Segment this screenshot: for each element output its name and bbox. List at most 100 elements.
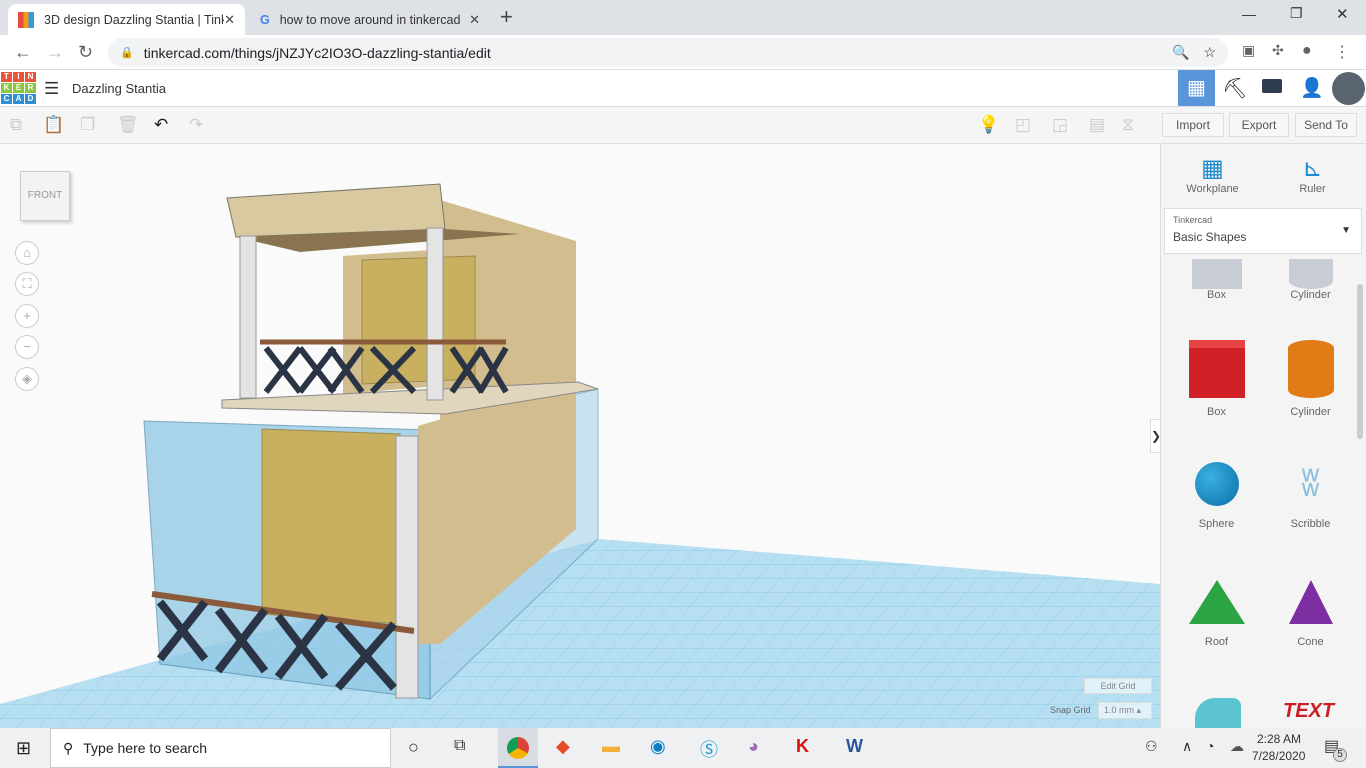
close-tab-icon[interactable]: ✕ (469, 12, 480, 28)
design-title[interactable]: Dazzling Stantia (72, 81, 166, 96)
url-text: tinkercad.com/things/jNZJYc2IO3O-dazzlin… (143, 44, 491, 61)
edge-icon[interactable]: ◉ (650, 736, 666, 757)
kaspersky-icon[interactable]: K (796, 736, 809, 757)
skype-icon[interactable]: Ⓢ (700, 736, 718, 762)
search-placeholder: Type here to search (83, 740, 208, 756)
zoom-in-icon[interactable]: + (15, 304, 39, 328)
taskbar-search-input[interactable]: ⚲ Type here to search (50, 728, 391, 768)
collapse-panel-button[interactable]: ❯ (1150, 419, 1160, 453)
ungroup-icon[interactable]: ◲ (1052, 115, 1068, 135)
wifi-icon[interactable]: ◔ (1206, 738, 1214, 754)
shape-box[interactable]: Box (1165, 340, 1268, 418)
app-icon[interactable]: ◆ (556, 736, 570, 757)
mirror-icon[interactable]: ⧖ (1122, 115, 1134, 135)
ruler-button[interactable]: ⊾ Ruler (1261, 154, 1364, 195)
cone-icon (1288, 580, 1333, 624)
delete-icon[interactable]: 🗑 (117, 115, 139, 135)
profile-icon[interactable]: ● (1302, 42, 1312, 60)
people-icon[interactable]: ⚇ (1145, 738, 1158, 755)
bookmark-star-icon[interactable]: ☆ (1203, 44, 1216, 61)
duplicate-icon[interactable]: ❐ (80, 115, 95, 135)
tab-title: 3D design Dazzling Stantia | Tinke (44, 12, 224, 27)
new-tab-button[interactable]: + (500, 4, 513, 30)
shape-cylinder-hole[interactable]: Cylinder (1259, 259, 1362, 301)
export-button[interactable]: Export (1229, 113, 1289, 137)
pickaxe-icon[interactable]: ⛏ (1222, 76, 1247, 101)
3d-design-view-button[interactable]: ▦ (1178, 70, 1215, 106)
show-hidden-icons[interactable]: ∧ (1182, 738, 1192, 755)
library-source: Tinkercad (1173, 215, 1213, 225)
copy-icon[interactable]: ⧉ (10, 115, 22, 135)
snap-grid-select[interactable]: 1.0 mm ▴ (1098, 702, 1152, 719)
forward-icon[interactable]: → (46, 42, 64, 63)
import-button[interactable]: Import (1162, 113, 1224, 137)
align-icon[interactable]: ▤ (1089, 115, 1105, 135)
shape-cone[interactable]: Cone (1259, 580, 1362, 648)
app-icon[interactable]: ◕ (748, 736, 759, 757)
shape-sphere[interactable]: Sphere (1165, 462, 1268, 530)
group-icon[interactable]: ◰ (1015, 115, 1031, 135)
workplane-button[interactable]: ▦ Workplane (1161, 154, 1264, 195)
view-cube[interactable]: FRONT (20, 171, 70, 221)
windows-start-icon[interactable]: ⊞ (16, 738, 31, 759)
file-explorer-icon[interactable]: ▬ (602, 736, 620, 757)
reload-icon[interactable]: ↻ (78, 42, 93, 63)
edit-grid-button[interactable]: Edit Grid (1084, 678, 1152, 694)
send-to-button[interactable]: Send To (1295, 113, 1357, 137)
clock-time[interactable]: 2:28 AM (1255, 732, 1303, 746)
paste-icon[interactable]: 📋 (43, 115, 64, 135)
back-icon[interactable]: ← (14, 42, 32, 63)
task-view-icon[interactable]: ⧉ (454, 737, 465, 755)
fit-view-icon[interactable]: ⛶ (15, 272, 39, 296)
shape-label: Sphere (1198, 518, 1235, 530)
undo-icon[interactable]: ↶ (154, 115, 168, 135)
perspective-icon[interactable]: ◈ (15, 367, 39, 391)
shape-cylinder[interactable]: Cylinder (1259, 340, 1362, 418)
close-tab-icon[interactable]: ✕ (224, 12, 235, 28)
lower-doors (261, 428, 401, 625)
shape-roof[interactable]: Roof (1165, 580, 1268, 648)
onedrive-error-icon[interactable]: ☁ (1230, 738, 1244, 755)
home-view-icon[interactable]: ⌂ (15, 241, 39, 265)
avatar[interactable] (1332, 72, 1365, 105)
shape-scribble[interactable]: ʬ Scribble (1259, 462, 1362, 530)
shape-label: Box (1207, 406, 1226, 418)
extension-icon[interactable]: ▣ (1242, 42, 1255, 59)
tinkercad-logo[interactable]: TIN KER CAD (1, 72, 36, 104)
round-roof-icon[interactable] (1195, 698, 1241, 728)
tab-title: how to move around in tinkercad (279, 12, 460, 27)
maximize-button[interactable]: ❐ (1290, 5, 1303, 22)
tab-google[interactable]: G how to move around in tinkercad ✕ (250, 4, 490, 35)
shape-label: Scribble (1290, 518, 1331, 530)
shape-label: Box (1207, 289, 1226, 301)
shape-label: Cylinder (1290, 406, 1331, 418)
zoom-out-icon[interactable]: − (15, 335, 39, 359)
lightbulb-icon[interactable]: 💡 (978, 115, 999, 135)
menu-icon[interactable]: ⋮ (1334, 42, 1350, 62)
clock-date[interactable]: 7/28/2020 (1252, 749, 1305, 763)
close-window-button[interactable]: ✕ (1336, 5, 1349, 23)
minimize-button[interactable]: — (1242, 6, 1256, 22)
tab-tinkercad[interactable]: 3D design Dazzling Stantia | Tinke ✕ (8, 4, 245, 35)
scene[interactable] (0, 144, 1160, 728)
zoom-icon[interactable]: 🔍 (1172, 44, 1189, 61)
bricks-icon[interactable] (1262, 79, 1282, 93)
library-select[interactable]: Tinkercad Basic Shapes ▼ (1164, 208, 1362, 254)
word-icon[interactable]: W (846, 736, 863, 757)
shape-box-hole[interactable]: Box (1165, 259, 1268, 301)
cortana-icon[interactable]: ○ (408, 737, 419, 758)
address-bar-row: ← → ↻ 🔒 tinkercad.com/things/jNZJYc2IO3O… (0, 35, 1366, 70)
3d-viewport[interactable]: FRONT ⌂ ⛶ + − ◈ Edit Grid Snap Grid 1.0 … (0, 144, 1160, 728)
box-hole-icon (1191, 259, 1242, 289)
snap-grid-value: 1.0 mm (1104, 705, 1135, 715)
chevron-down-icon: ▼ (1341, 225, 1351, 236)
chrome-taskbar-icon[interactable] (498, 728, 538, 768)
design-list-icon[interactable]: ☰ (44, 79, 59, 99)
notification-count-badge: 5 (1333, 748, 1347, 762)
tinkercad-favicon (18, 11, 34, 28)
url-input[interactable]: 🔒 tinkercad.com/things/jNZJYc2IO3O-dazzl… (108, 38, 1228, 67)
puzzle-icon[interactable]: ✣ (1272, 42, 1284, 59)
text-shape-icon[interactable]: TEXT (1283, 700, 1334, 723)
redo-icon[interactable]: ↷ (189, 115, 203, 135)
add-user-icon[interactable]: 👤 (1300, 76, 1324, 100)
